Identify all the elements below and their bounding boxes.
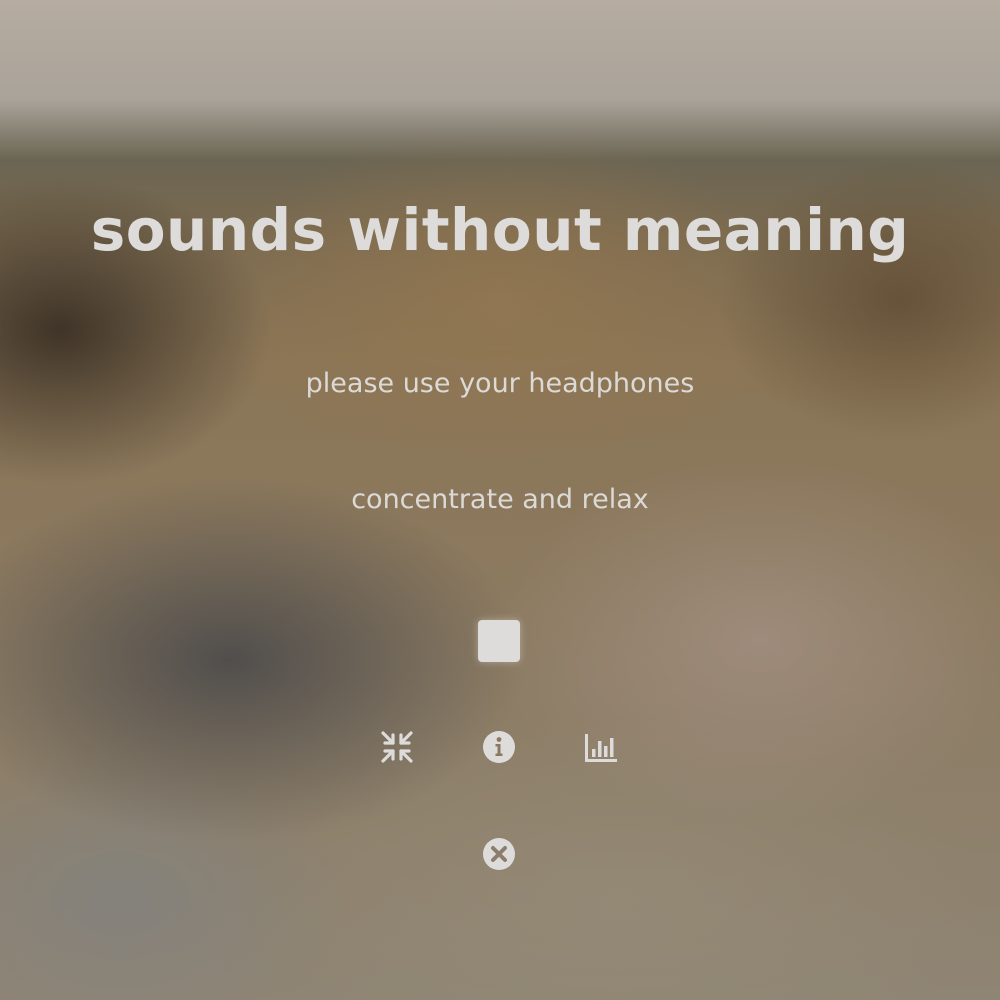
- page-title: sounds without meaning: [90, 196, 910, 264]
- info-icon: [483, 731, 515, 763]
- bar-chart-icon: [585, 734, 617, 762]
- main-content: sounds without meaning please use your h…: [0, 0, 1000, 1000]
- info-button[interactable]: [482, 730, 516, 764]
- compress-button[interactable]: [380, 730, 414, 764]
- close-button[interactable]: [482, 837, 516, 871]
- close-icon: [483, 838, 515, 870]
- subtitle-headphones: please use your headphones: [305, 368, 695, 399]
- compress-icon: [381, 731, 413, 763]
- subtitle-relax: concentrate and relax: [351, 484, 649, 515]
- stop-button[interactable]: [478, 620, 520, 662]
- stats-button[interactable]: [584, 730, 618, 764]
